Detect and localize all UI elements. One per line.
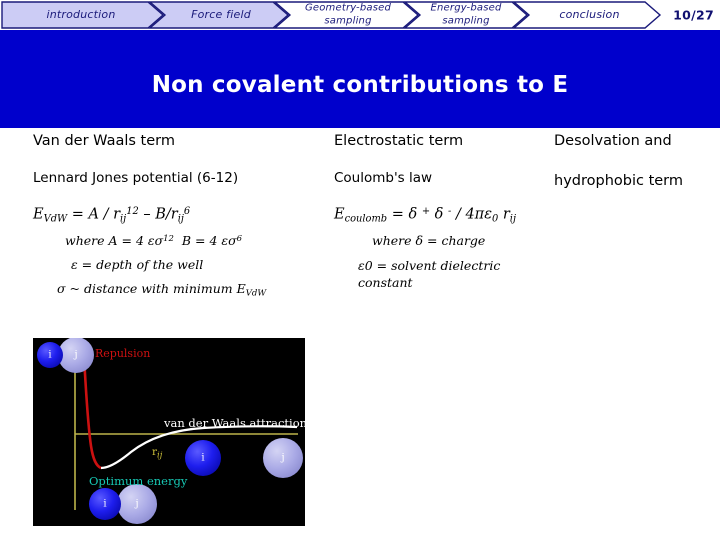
vdw-equation-line-3: σ ~ distance with minimum EVdW (57, 281, 267, 299)
breadcrumb-item-force-field[interactable]: Force field (166, 8, 276, 22)
electrostatic-equation-line-2: ε0 = solvent dielectric constant (358, 258, 501, 291)
electrostatic-equations: Ecoulomb = δ + δ - / 4πε0 rij where δ = … (334, 206, 549, 291)
vdw-equation-line-1: where A = 4 εσ12 B = 4 εσ6 (65, 233, 243, 249)
desolvation-heading-line-2: hydrophobic term (554, 173, 684, 189)
electrostatic-heading: Electrostatic term (334, 133, 464, 149)
breadcrumb-item-conclusion[interactable]: conclusion (527, 8, 652, 22)
atom-i-contact-top (37, 342, 63, 368)
electrostatic-equation-main: Ecoulomb = δ + δ - / 4πε0 rij (334, 206, 516, 225)
column-electrostatic: Electrostatic term Coulomb's law Ecoulom… (334, 128, 549, 291)
atom-i-far (185, 440, 221, 476)
lennard-jones-potential-figure: i j i j i j Repulsion van der Waals attr… (33, 338, 305, 526)
electrostatic-equation-line-1: where δ = charge (372, 233, 486, 249)
atom-j-far (263, 438, 303, 478)
breadcrumb-item-introduction[interactable]: introduction (8, 8, 154, 22)
atom-j-optimum (117, 484, 157, 524)
atom-i-optimum (89, 488, 121, 520)
column-van-der-waals: Van der Waals term Lennard Jones potenti… (33, 128, 328, 299)
vdw-equation-main: EVdW = A / rij12 – B/rij6 (33, 206, 191, 225)
column-desolvation: Desolvation and hydrophobic term (554, 128, 719, 194)
vdw-equation-line-2: ε = depth of the well (71, 257, 204, 273)
desolvation-heading-line-1: Desolvation and (554, 133, 672, 149)
vdw-subheading: Lennard Jones potential (6-12) (33, 170, 239, 186)
title-banner: Non covalent contributions to E (0, 30, 720, 128)
breadcrumb-item-geometry-based-sampling[interactable]: Geometry-based sampling (288, 3, 408, 28)
atom-j-contact-top (58, 338, 94, 373)
slide-number: 10/27 (673, 7, 714, 23)
electrostatic-subheading: Coulomb's law (334, 170, 433, 186)
vdw-equations: EVdW = A / rij12 – B/rij6 where A = 4 εσ… (33, 206, 328, 299)
vdw-heading: Van der Waals term (33, 133, 175, 149)
atom-spheres (37, 338, 303, 524)
breadcrumb-nav: introduction Force field Geometry-based … (0, 0, 720, 30)
page-title: Non covalent contributions to E (151, 72, 569, 98)
breadcrumb-item-energy-based-sampling[interactable]: Energy-based sampling (414, 3, 518, 28)
